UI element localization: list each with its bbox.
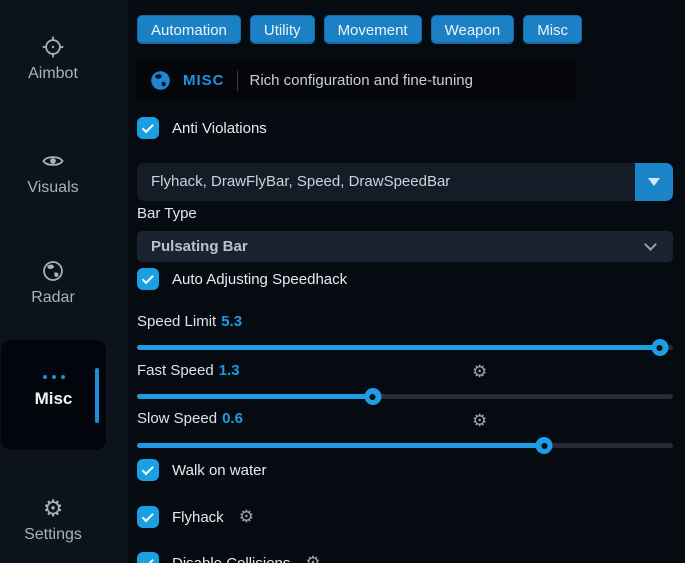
tab-misc[interactable]: Misc <box>523 15 582 44</box>
globe-icon <box>150 70 171 91</box>
select-value: Pulsating Bar <box>137 231 673 262</box>
slider-label-text: Speed Limit <box>137 313 216 330</box>
bar-type-select[interactable]: Pulsating Bar <box>137 231 673 262</box>
tab-weapon[interactable]: Weapon <box>431 15 515 44</box>
slider-label-text: Fast Speed <box>137 362 214 379</box>
slow-speed-label: Slow Speed 0.6 <box>137 410 243 427</box>
active-indicator-bar <box>95 368 99 423</box>
section-header: MISC Rich configuration and fine-tuning <box>137 62 577 99</box>
slider-value: 1.3 <box>219 362 240 379</box>
checkmark-icon <box>141 463 153 475</box>
checkbox-label: Disable Collisions <box>172 555 290 563</box>
slider-value: 5.3 <box>221 313 242 330</box>
flyhack-row: Flyhack ⚙ <box>137 505 254 529</box>
sidebar-item-aimbot[interactable]: Aimbot <box>0 34 106 83</box>
disable-collisions-checkbox[interactable] <box>137 552 159 563</box>
sidebar-item-label: Settings <box>0 526 106 544</box>
gear-icon[interactable]: ⚙ <box>472 411 487 431</box>
ellipsis-icon <box>1 375 106 379</box>
feature-multiselect[interactable]: Flyhack, DrawFlyBar, Speed, DrawSpeedBar <box>137 163 673 201</box>
walk-on-water-checkbox[interactable] <box>137 459 159 481</box>
globe-icon <box>0 258 106 284</box>
checkmark-icon <box>141 556 153 563</box>
section-title: MISC <box>183 72 225 89</box>
slider-fill <box>137 443 544 448</box>
slider-handle[interactable] <box>651 339 668 356</box>
slider-fill <box>137 394 373 399</box>
sidebar-item-radar[interactable]: Radar <box>0 258 106 307</box>
checkmark-icon <box>141 272 153 284</box>
flyhack-checkbox[interactable] <box>137 506 159 528</box>
gear-icon[interactable]: ⚙ <box>239 507 254 527</box>
walk-on-water-row: Walk on water <box>137 458 266 482</box>
eye-icon <box>0 148 106 174</box>
main-panel: Automation Utility Movement Weapon Misc … <box>128 0 685 563</box>
section-subtitle: Rich configuration and fine-tuning <box>250 72 473 89</box>
auto-adjusting-row: Auto Adjusting Speedhack <box>137 267 347 291</box>
multiselect-dropdown-button[interactable] <box>635 163 673 201</box>
checkmark-icon <box>141 121 153 133</box>
category-tabs: Automation Utility Movement Weapon Misc <box>137 15 582 44</box>
bar-type-label: Bar Type <box>137 205 197 222</box>
triangle-down-icon <box>648 178 660 186</box>
speed-limit-label: Speed Limit 5.3 <box>137 313 242 330</box>
sidebar-item-visuals[interactable]: Visuals <box>0 148 106 197</box>
anti-violations-checkbox[interactable] <box>137 117 159 139</box>
gear-icon: ⚙ <box>0 495 106 521</box>
gear-icon[interactable]: ⚙ <box>472 362 487 382</box>
slider-handle[interactable] <box>364 388 381 405</box>
sidebar-item-label: Misc <box>1 389 106 409</box>
anti-violations-row: Anti Violations <box>137 116 267 140</box>
multiselect-value: Flyhack, DrawFlyBar, Speed, DrawSpeedBar <box>137 163 673 201</box>
auto-adjusting-checkbox[interactable] <box>137 268 159 290</box>
sidebar-item-label: Visuals <box>0 179 106 197</box>
fast-speed-label: Fast Speed 1.3 <box>137 362 240 379</box>
sidebar-item-label: Radar <box>0 289 106 307</box>
tab-movement[interactable]: Movement <box>324 15 422 44</box>
header-divider <box>237 71 238 91</box>
tab-automation[interactable]: Automation <box>137 15 241 44</box>
disable-collisions-row: Disable Collisions ⚙ <box>137 551 321 563</box>
checkbox-label: Anti Violations <box>172 120 267 137</box>
checkbox-label: Flyhack <box>172 509 224 526</box>
slider-fill <box>137 345 660 350</box>
slider-value: 0.6 <box>222 410 243 427</box>
fast-speed-slider[interactable] <box>137 388 673 405</box>
gear-icon[interactable]: ⚙ <box>305 553 320 563</box>
slider-handle[interactable] <box>536 437 553 454</box>
sidebar-item-settings[interactable]: ⚙ Settings <box>0 495 106 544</box>
checkmark-icon <box>141 510 153 522</box>
slow-speed-slider[interactable] <box>137 437 673 454</box>
crosshair-icon <box>0 34 106 60</box>
checkbox-label: Walk on water <box>172 462 266 479</box>
speed-limit-slider[interactable] <box>137 339 673 356</box>
sidebar: Aimbot Visuals Radar Misc ⚙ Settings <box>0 0 128 563</box>
tab-utility[interactable]: Utility <box>250 15 315 44</box>
checkbox-label: Auto Adjusting Speedhack <box>172 271 347 288</box>
sidebar-item-label: Aimbot <box>0 65 106 83</box>
slider-label-text: Slow Speed <box>137 410 217 427</box>
sidebar-item-misc-active[interactable]: Misc <box>1 340 106 450</box>
